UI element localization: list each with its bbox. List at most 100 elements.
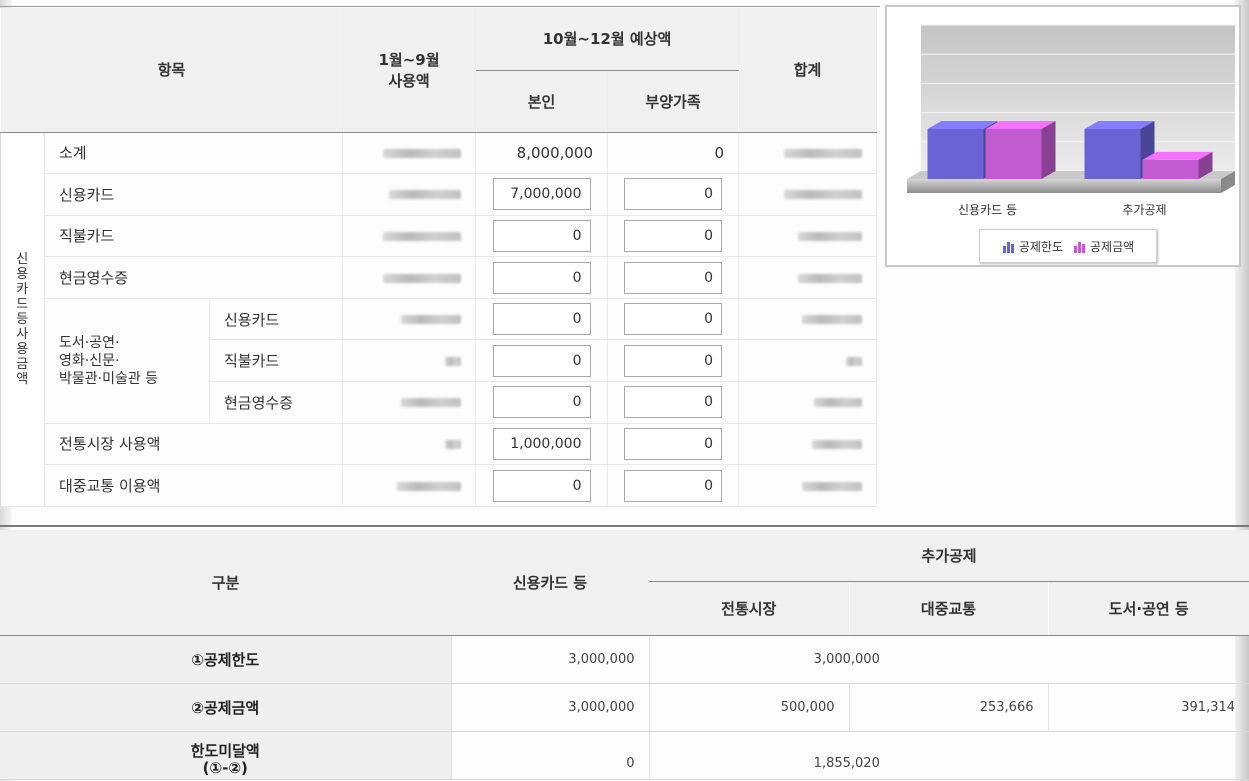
redacted-value xyxy=(784,190,863,200)
dependents-market-cell xyxy=(607,423,740,466)
redacted-value xyxy=(798,273,863,283)
row-label-subtotal: 소계 xyxy=(44,132,344,175)
redacted-value xyxy=(383,231,462,241)
jan-sep-value xyxy=(342,339,477,383)
total-value xyxy=(738,423,878,466)
self-books-credit-input[interactable] xyxy=(492,303,591,336)
row-label-traditional-market: 전통시장 사용액 xyxy=(44,423,344,466)
redacted-value xyxy=(784,148,863,158)
side-label: 신용카드등 사용금액 xyxy=(0,132,45,507)
header-transit: 대중교통 xyxy=(849,581,1049,636)
group-label-line1: 도서·공연· xyxy=(59,334,120,351)
top-border-line xyxy=(0,6,880,7)
jan-sep-value xyxy=(342,298,477,341)
header-books: 도서·공연 등 xyxy=(1048,581,1249,636)
row-label-amount: ②공제금액 xyxy=(0,683,451,732)
redacted-value xyxy=(445,439,462,449)
shortfall-label-line2: (①-②) xyxy=(202,758,248,777)
bar-chart-icon xyxy=(1002,239,1016,253)
dependents-books-cash-input[interactable] xyxy=(624,386,723,419)
category-label: 추가공제 xyxy=(1122,203,1166,217)
section-separator xyxy=(0,525,1249,527)
shortfall-label-line1: 한도미달액 xyxy=(190,741,260,760)
header-total: 합계 xyxy=(738,8,878,133)
self-debit-card-cell xyxy=(475,215,609,258)
redacted-value xyxy=(397,481,462,491)
dependents-credit-card-input[interactable] xyxy=(624,178,723,211)
bar-limit xyxy=(1084,129,1141,179)
redacted-value xyxy=(389,190,462,200)
self-credit-card-input[interactable] xyxy=(492,178,591,211)
jan-sep-value xyxy=(342,381,477,424)
header-jan-sep-line1: 1월~9월 xyxy=(378,50,440,69)
redacted-value xyxy=(812,439,863,449)
dependents-market-input[interactable] xyxy=(624,427,723,460)
header-market: 전통시장 xyxy=(649,581,850,636)
dependents-books-credit-input[interactable] xyxy=(624,303,723,336)
bar-side xyxy=(1041,121,1056,179)
bar-chart-icon xyxy=(1073,239,1087,253)
self-books-debit-input[interactable] xyxy=(492,344,591,377)
row-label-debit-card: 직불카드 xyxy=(44,215,344,258)
dependents-books-debit-input[interactable] xyxy=(624,344,723,377)
shortfall-additional-value: 1,855,020 xyxy=(648,731,1249,780)
dependents-cash-receipt-cell xyxy=(607,256,740,299)
header-credit-card: 신용카드 등 xyxy=(451,530,649,636)
card-usage-table: 항목 1월~9월 사용액 10월~12월 예상액 합계 본인 부양가족 신용카드… xyxy=(0,8,878,507)
header-jan-sep: 1월~9월 사용액 xyxy=(342,8,477,133)
header-dependents: 부양가족 xyxy=(607,70,740,133)
amount-books-value: 391,314 xyxy=(1047,683,1249,732)
row-label-limit: ①공제한도 xyxy=(0,635,451,684)
legend-label-amount: 공제금액 xyxy=(1090,239,1135,254)
redacted-value xyxy=(445,356,462,366)
self-cash-receipt-input[interactable] xyxy=(492,261,591,294)
dependents-debit-card-input[interactable] xyxy=(624,219,723,252)
category-labels: 신용카드 등 추가공제 xyxy=(958,203,1167,217)
legend-label-limit: 공제한도 xyxy=(1018,239,1063,254)
header-item: 항목 xyxy=(0,8,344,133)
redacted-value xyxy=(383,148,462,158)
self-debit-card-input[interactable] xyxy=(492,219,591,252)
dependents-books-credit-cell xyxy=(607,298,740,341)
bar-amount xyxy=(1142,159,1199,179)
row-label-credit-card: 신용카드 xyxy=(44,173,344,216)
total-value xyxy=(738,339,878,383)
shortfall-credit-value: 0 xyxy=(450,731,649,780)
self-books-cash-cell xyxy=(475,381,609,424)
row-label-books-debit-card: 직불카드 xyxy=(209,339,344,383)
self-credit-card-cell xyxy=(475,173,609,216)
self-market-input[interactable] xyxy=(492,427,591,460)
dependents-transit-input[interactable] xyxy=(624,469,723,502)
jan-sep-value xyxy=(342,256,477,299)
jan-sep-value xyxy=(342,215,477,258)
self-books-cash-input[interactable] xyxy=(492,386,591,419)
row-label-public-transit: 대중교통 이용액 xyxy=(44,464,344,507)
page-background: 항목 1월~9월 사용액 10월~12월 예상액 합계 본인 부양가족 신용카드… xyxy=(0,0,1249,781)
redacted-value xyxy=(814,398,863,408)
dependents-books-debit-cell xyxy=(607,339,740,383)
amount-transit-value: 253,666 xyxy=(848,683,1048,732)
chart-floor-front xyxy=(907,179,1221,193)
deduction-chart: 신용카드 등 추가공제 공제한도 공제금액 xyxy=(885,5,1241,267)
jan-sep-value xyxy=(342,173,477,216)
header-jan-sep-line2: 사용액 xyxy=(388,71,430,90)
group-label-line2: 영화·신문· xyxy=(59,352,120,369)
total-value xyxy=(738,215,878,258)
amount-credit-value: 3,000,000 xyxy=(450,683,649,732)
chart-legend: 공제한도 공제금액 xyxy=(979,229,1157,263)
dependents-cash-receipt-input[interactable] xyxy=(624,261,723,294)
total-value xyxy=(738,298,878,341)
self-subtotal: 8,000,000 xyxy=(475,132,609,175)
total-value xyxy=(738,464,878,507)
legend-item-limit: 공제한도 xyxy=(1002,238,1063,255)
jan-sep-value xyxy=(342,464,477,507)
bar-limit xyxy=(927,129,984,179)
dependents-credit-card-cell xyxy=(607,173,740,216)
bar-amount xyxy=(985,129,1042,179)
total-value xyxy=(738,256,878,299)
self-transit-input[interactable] xyxy=(492,469,591,502)
dependents-books-cash-cell xyxy=(607,381,740,424)
redacted-value xyxy=(846,356,863,366)
jan-sep-value xyxy=(342,423,477,466)
category-label: 신용카드 등 xyxy=(958,203,1017,217)
